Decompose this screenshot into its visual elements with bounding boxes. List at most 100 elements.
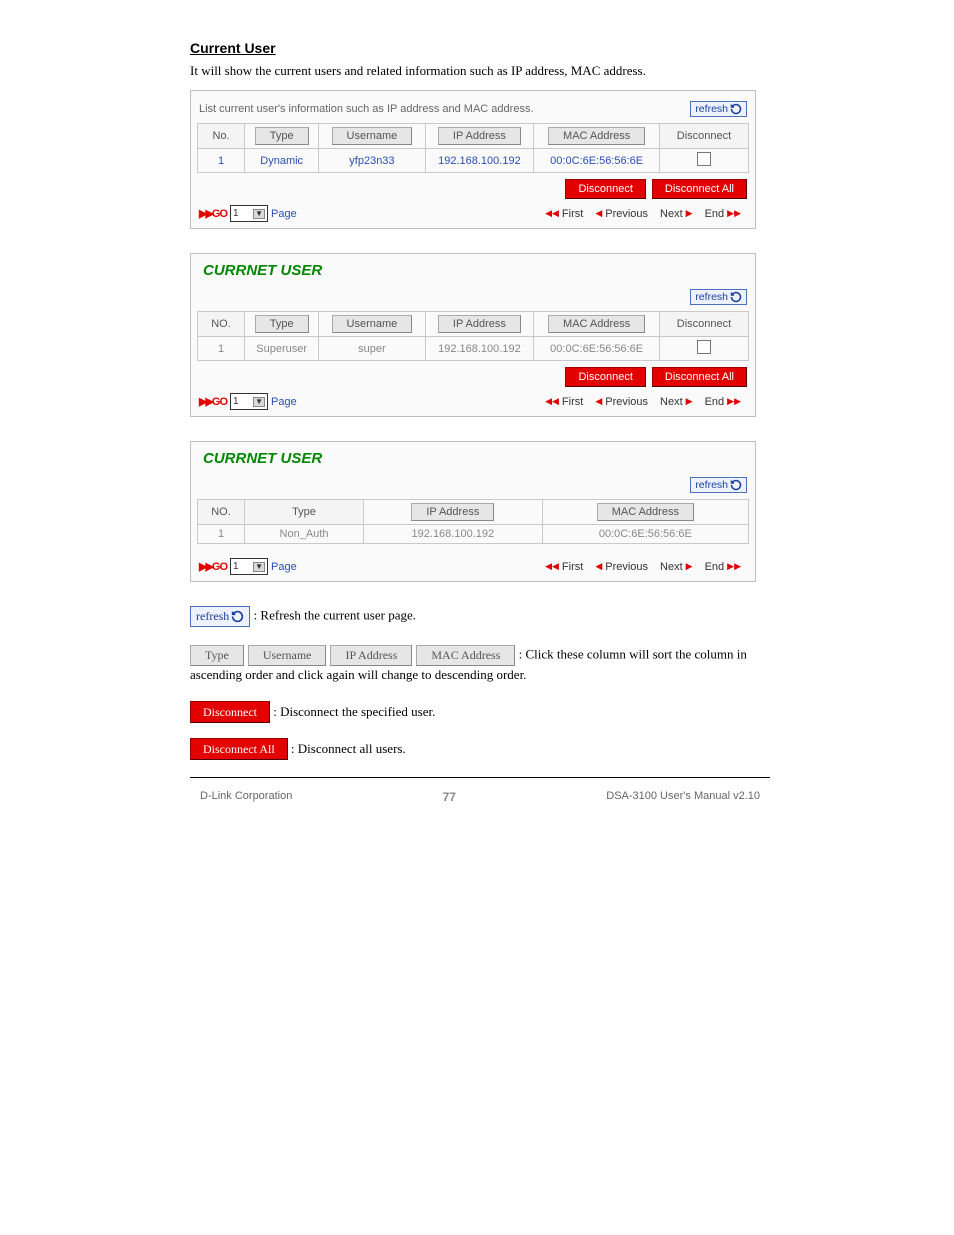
cell-disconnect — [660, 149, 749, 173]
col-ip: IP Address — [425, 124, 534, 149]
sort-ip[interactable]: IP Address — [438, 315, 521, 333]
disconnect-button[interactable]: Disconnect — [565, 367, 645, 387]
sort-username[interactable]: Username — [332, 127, 413, 145]
pager-first[interactable]: ◀◀First — [539, 396, 589, 408]
cell-mac: 00:0C:6E:56:56:6E — [542, 525, 748, 544]
legend-disconnect-all: Disconnect All : Disconnect all users. — [190, 740, 770, 759]
refresh-icon — [730, 103, 742, 115]
page-select[interactable]: 1▼ — [230, 205, 268, 222]
legend-refresh: refresh : Refresh the current user page. — [190, 606, 770, 627]
sort-mac[interactable]: MAC Address — [548, 127, 645, 145]
pager-end[interactable]: End▶▶ — [699, 396, 747, 408]
legend-sort: Type Username IP Address MAC Address : C… — [190, 645, 770, 685]
col-disconnect: Disconnect — [660, 124, 749, 149]
page-label: Page — [271, 561, 297, 573]
cell-mac: 00:0C:6E:56:56:6E — [534, 337, 660, 361]
cell-no: 1 — [198, 525, 245, 544]
cell-type: Dynamic — [245, 149, 319, 173]
col-no: No. — [198, 124, 245, 149]
cell-type: Non_Auth — [245, 525, 364, 544]
col-mac: MAC Address — [534, 124, 660, 149]
col-username: Username — [319, 124, 425, 149]
table-row: 1 Non_Auth 192.168.100.192 00:0C:6E:56:5… — [198, 525, 749, 544]
refresh-button[interactable]: refresh — [690, 101, 747, 117]
panel-superuser: CURRNET USER refresh NO. Type Username I… — [190, 253, 756, 417]
cell-disconnect — [660, 337, 749, 361]
page-footer: D-Link Corporation 77 DSA-3100 User's Ma… — [190, 784, 770, 804]
pager-previous[interactable]: ◀Previous — [589, 396, 654, 408]
chevron-down-icon: ▼ — [253, 209, 265, 219]
panel-nonauth: CURRNET USER refresh NO. Type IP Address… — [190, 441, 756, 582]
sort-mac[interactable]: MAC Address — [548, 315, 645, 333]
panel2-title: CURRNET USER — [197, 260, 749, 285]
cell-username: yfp23n33 — [319, 149, 425, 173]
col-ip: IP Address — [364, 500, 543, 525]
footer-rule — [190, 777, 770, 778]
panel1-caption: List current user's information such as … — [199, 103, 534, 115]
pager-next[interactable]: Next▶ — [654, 208, 699, 220]
user-table: No. Type Username IP Address MAC Address… — [197, 123, 749, 173]
intro-text: It will show the current users and relat… — [190, 62, 770, 80]
col-username: Username — [319, 312, 425, 337]
pager-end[interactable]: End▶▶ — [699, 561, 747, 573]
legend-refresh-text: : Refresh the current user page. — [254, 608, 416, 623]
sample-disconnect-all: Disconnect All — [190, 738, 288, 760]
footer-right: DSA-3100 User's Manual v2.10 — [606, 790, 760, 804]
col-mac: MAC Address — [534, 312, 660, 337]
pager-end[interactable]: End▶▶ — [699, 208, 747, 220]
pager: ▶▶GO 1▼ Page ◀◀First ◀Previous Next▶ End… — [197, 389, 749, 410]
go-button[interactable]: ▶▶GO — [199, 395, 227, 408]
cell-ip: 192.168.100.192 — [425, 149, 534, 173]
sample-disconnect: Disconnect — [190, 701, 270, 723]
cell-no: 1 — [198, 337, 245, 361]
disconnect-checkbox[interactable] — [697, 340, 711, 354]
page-select[interactable]: 1▼ — [230, 558, 268, 575]
panel3-title: CURRNET USER — [197, 448, 749, 473]
sort-type[interactable]: Type — [255, 315, 309, 333]
sort-username[interactable]: Username — [332, 315, 413, 333]
legend-disconnect-all-text: : Disconnect all users. — [291, 741, 406, 756]
pager: ▶▶GO 1▼ Page ◀◀First ◀Previous Next▶ End… — [197, 201, 749, 222]
refresh-button[interactable]: refresh — [690, 477, 747, 493]
pager-previous[interactable]: ◀Previous — [589, 561, 654, 573]
user-table: NO. Type Username IP Address MAC Address… — [197, 311, 749, 361]
col-type: Type — [245, 312, 319, 337]
refresh-icon — [730, 291, 742, 303]
cell-mac: 00:0C:6E:56:56:6E — [534, 149, 660, 173]
sort-ip[interactable]: IP Address — [438, 127, 521, 145]
cell-ip: 192.168.100.192 — [364, 525, 543, 544]
footer-left: D-Link Corporation — [200, 790, 292, 804]
col-no: NO. — [198, 312, 245, 337]
pager-next[interactable]: Next▶ — [654, 561, 699, 573]
go-button[interactable]: ▶▶GO — [199, 207, 227, 220]
col-disconnect: Disconnect — [660, 312, 749, 337]
disconnect-checkbox[interactable] — [697, 152, 711, 166]
col-ip: IP Address — [425, 312, 534, 337]
page-label: Page — [271, 396, 297, 408]
col-mac: MAC Address — [542, 500, 748, 525]
cell-type: Superuser — [245, 337, 319, 361]
refresh-button[interactable]: refresh — [690, 289, 747, 305]
sample-username: Username — [248, 645, 327, 666]
pager-first[interactable]: ◀◀First — [539, 561, 589, 573]
refresh-button-sample: refresh — [190, 606, 250, 627]
cell-no: 1 — [198, 149, 245, 173]
disconnect-button[interactable]: Disconnect — [565, 179, 645, 199]
sort-type[interactable]: Type — [255, 127, 309, 145]
pager-next[interactable]: Next▶ — [654, 396, 699, 408]
disconnect-all-button[interactable]: Disconnect All — [652, 179, 747, 199]
sample-type: Type — [190, 645, 244, 666]
cell-ip: 192.168.100.192 — [425, 337, 534, 361]
disconnect-all-button[interactable]: Disconnect All — [652, 367, 747, 387]
footer-page-number: 77 — [443, 790, 456, 804]
sort-ip[interactable]: IP Address — [411, 503, 494, 521]
pager-first[interactable]: ◀◀First — [539, 208, 589, 220]
go-button[interactable]: ▶▶GO — [199, 560, 227, 573]
sample-ip: IP Address — [330, 645, 412, 666]
pager-previous[interactable]: ◀Previous — [589, 208, 654, 220]
page-select[interactable]: 1▼ — [230, 393, 268, 410]
refresh-icon — [730, 479, 742, 491]
sort-mac[interactable]: MAC Address — [597, 503, 694, 521]
col-no: NO. — [198, 500, 245, 525]
refresh-icon — [231, 610, 244, 623]
